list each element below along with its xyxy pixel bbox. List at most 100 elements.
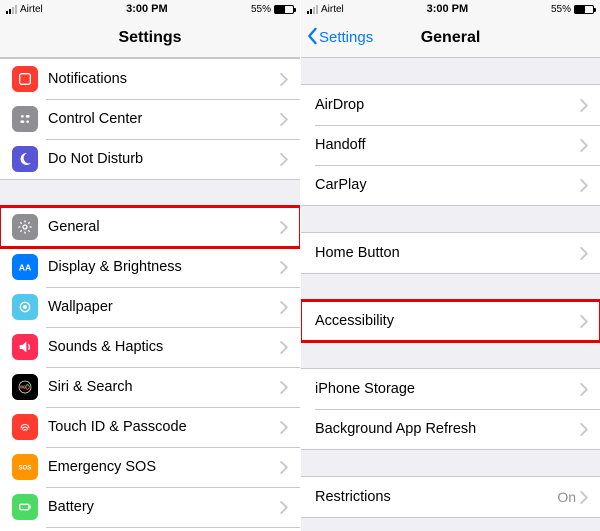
row-background-app-refresh[interactable]: Background App Refresh [301,409,600,449]
siri-icon [12,374,38,400]
row-label: Display & Brightness [38,259,280,275]
row-carplay[interactable]: CarPlay [301,165,600,205]
carrier-label: Airtel [321,4,344,15]
row-display-brightness[interactable]: AA Display & Brightness [0,247,300,287]
settings-group-1: Notifications Control Center Do Not Distur… [0,58,300,180]
status-bar: Airtel 3:00 PM 55% [301,0,600,18]
row-label: Touch ID & Passcode [38,419,280,435]
row-label: Battery [38,499,280,515]
gear-icon [12,214,38,240]
moon-icon [12,146,38,172]
page-title: General [421,29,481,47]
svg-text:AA: AA [19,262,32,272]
svg-text:SOS: SOS [19,466,32,472]
row-label: CarPlay [313,177,580,193]
general-group-3: Accessibility [301,300,600,342]
chevron-right-icon [580,179,588,192]
row-label: Control Center [38,111,280,127]
screen-general: Airtel 3:00 PM 55% Settings General AirD… [300,0,600,531]
row-accessibility[interactable]: Accessibility [301,301,600,341]
status-bar: Airtel 3:00 PM 55% [0,0,300,18]
chevron-right-icon [280,73,288,86]
row-label: AirDrop [313,97,580,113]
battery-icon [12,494,38,520]
chevron-right-icon [280,341,288,354]
battery-pct-label: 55% [251,4,271,15]
display-icon: AA [12,254,38,280]
settings-group-2: General AA Display & Brightness Wallpaper So… [0,206,300,531]
chevron-right-icon [580,139,588,152]
chevron-right-icon [280,153,288,166]
nav-bar: Settings General [301,18,600,58]
row-label: Emergency SOS [38,459,280,475]
row-label: General [38,219,280,235]
notifications-icon [12,66,38,92]
sos-icon: SOS [12,454,38,480]
row-label: Home Button [313,245,580,261]
row-label: Notifications [38,71,280,87]
nav-bar: Settings [0,18,300,58]
row-emergency-sos[interactable]: SOS Emergency SOS [0,447,300,487]
row-label: Background App Refresh [313,421,580,437]
chevron-right-icon [280,113,288,126]
row-general[interactable]: General [0,207,300,247]
row-label: Do Not Disturb [38,151,280,167]
chevron-right-icon [580,99,588,112]
battery-icon [574,5,594,14]
chevron-right-icon [580,383,588,396]
chevron-right-icon [280,421,288,434]
general-group-4: iPhone Storage Background App Refresh [301,368,600,450]
chevron-right-icon [280,221,288,234]
chevron-right-icon [580,491,588,504]
control-center-icon [12,106,38,132]
chevron-right-icon [280,461,288,474]
row-label: Accessibility [313,313,580,329]
wallpaper-icon [12,294,38,320]
row-handoff[interactable]: Handoff [301,125,600,165]
chevron-left-icon [305,27,319,49]
row-siri-search[interactable]: Siri & Search [0,367,300,407]
row-do-not-disturb[interactable]: Do Not Disturb [0,139,300,179]
row-airdrop[interactable]: AirDrop [301,85,600,125]
row-label: Restrictions [313,489,557,505]
page-title: Settings [118,29,181,47]
row-touch-id-passcode[interactable]: Touch ID & Passcode [0,407,300,447]
row-wallpaper[interactable]: Wallpaper [0,287,300,327]
general-group-1: AirDrop Handoff CarPlay [301,84,600,206]
back-label: Settings [319,29,373,46]
row-label: Sounds & Haptics [38,339,280,355]
row-battery[interactable]: Battery [0,487,300,527]
carrier-label: Airtel [20,4,43,15]
sounds-icon [12,334,38,360]
row-label: Handoff [313,137,580,153]
row-control-center[interactable]: Control Center [0,99,300,139]
touchid-icon [12,414,38,440]
signal-icon [307,5,318,14]
battery-icon [274,5,294,14]
row-privacy[interactable]: Privacy [0,527,300,531]
back-button[interactable]: Settings [305,18,373,57]
chevron-right-icon [580,423,588,436]
row-label: Wallpaper [38,299,280,315]
row-detail: On [557,489,576,505]
settings-list[interactable]: Notifications Control Center Do Not Distur… [0,58,300,531]
general-group-2: Home Button [301,232,600,274]
battery-pct-label: 55% [551,4,571,15]
clock-label: 3:00 PM [427,3,469,15]
general-list[interactable]: AirDrop Handoff CarPlay Home Button Access… [301,58,600,531]
clock-label: 3:00 PM [126,3,168,15]
row-label: iPhone Storage [313,381,580,397]
chevron-right-icon [280,301,288,314]
chevron-right-icon [580,315,588,328]
chevron-right-icon [280,261,288,274]
signal-icon [6,5,17,14]
general-group-5: RestrictionsOn [301,476,600,518]
row-label: Siri & Search [38,379,280,395]
row-notifications[interactable]: Notifications [0,59,300,99]
row-sounds-haptics[interactable]: Sounds & Haptics [0,327,300,367]
row-home-button[interactable]: Home Button [301,233,600,273]
row-iphone-storage[interactable]: iPhone Storage [301,369,600,409]
row-restrictions[interactable]: RestrictionsOn [301,477,600,517]
screen-settings: Airtel 3:00 PM 55% Settings Notification… [0,0,300,531]
chevron-right-icon [280,381,288,394]
